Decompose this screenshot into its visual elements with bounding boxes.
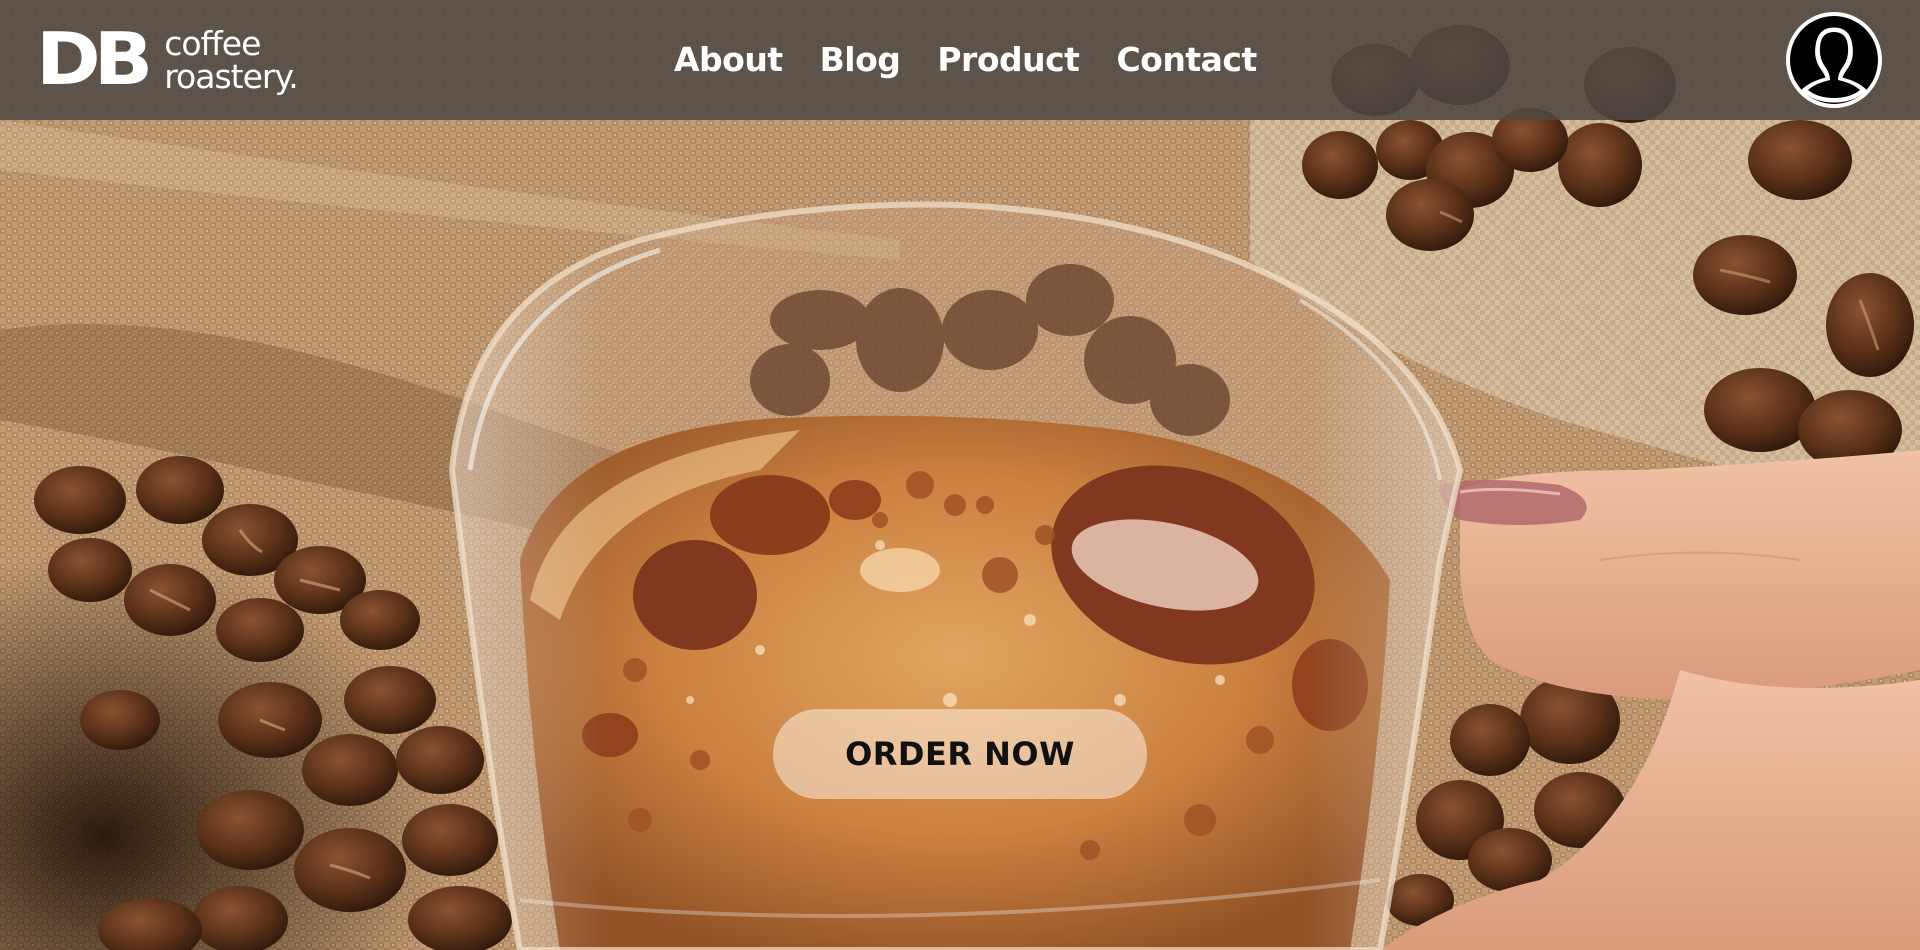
site-header: DB coffee roastery. About Blog Product C… bbox=[0, 0, 1920, 120]
brand-logo[interactable]: DB coffee roastery. bbox=[36, 18, 299, 102]
hero-section: DB coffee roastery. About Blog Product C… bbox=[0, 0, 1920, 950]
hero-background-image bbox=[0, 0, 1920, 950]
logo-mark: DB bbox=[36, 18, 153, 102]
main-nav: About Blog Product Contact bbox=[674, 36, 1257, 84]
order-now-button[interactable]: ORDER NOW bbox=[773, 709, 1147, 799]
nav-link-contact[interactable]: Contact bbox=[1116, 36, 1257, 84]
nav-link-product[interactable]: Product bbox=[937, 36, 1080, 84]
user-silhouette-icon bbox=[1790, 16, 1878, 104]
nav-link-blog[interactable]: Blog bbox=[820, 36, 901, 84]
logo-wordmark: coffee roastery. bbox=[164, 24, 299, 96]
user-avatar-button[interactable] bbox=[1786, 12, 1882, 108]
nav-link-about[interactable]: About bbox=[674, 36, 783, 84]
logo-line-roastery: roastery. bbox=[164, 57, 299, 96]
logo-line-coffee: coffee bbox=[164, 24, 261, 63]
